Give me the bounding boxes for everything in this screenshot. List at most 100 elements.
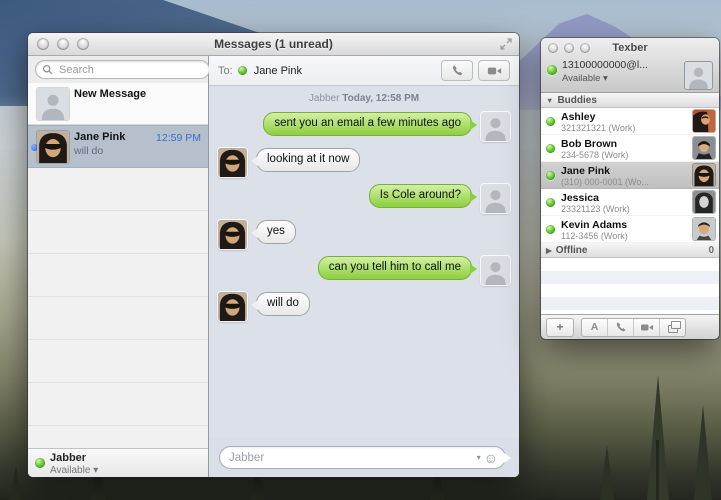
avatar xyxy=(37,88,69,120)
avatar xyxy=(693,137,715,159)
message-input[interactable] xyxy=(227,451,477,465)
conversation-sidebar: New Message Jane Pink 12:59 PM will do J… xyxy=(28,56,209,477)
phone-icon xyxy=(453,66,462,76)
group-header-offline[interactable]: ▶ Offline 0 xyxy=(541,243,719,258)
avatar xyxy=(218,220,247,249)
message-row: sent you an email a few minutes ago xyxy=(218,112,510,141)
message-row: can you tell him to call me xyxy=(218,256,510,285)
messages-titlebar[interactable]: Messages (1 unread) xyxy=(28,33,519,56)
conversation-row-new-message[interactable]: New Message xyxy=(28,83,208,125)
emoji-smiley-icon[interactable]: ☺ xyxy=(484,451,498,465)
chevron-down-icon: ▾ xyxy=(93,465,98,476)
buddy-window-header[interactable]: Texber 13100000000@l... Available ▾ xyxy=(541,38,719,93)
account-status-bar: Jabber Available ▾ xyxy=(28,448,208,477)
add-buddy-button[interactable]: + xyxy=(546,318,574,337)
status-dropdown[interactable]: Available ▾ xyxy=(50,465,202,476)
recipient-online-icon xyxy=(238,66,247,75)
buddy-name: Kevin Adams xyxy=(561,219,689,231)
audio-call-button[interactable] xyxy=(441,60,473,81)
action-segmented-control: A xyxy=(581,318,686,337)
buddy-list-window: Texber 13100000000@l... Available ▾ ▼ Bu… xyxy=(541,38,719,339)
empty-conversation-rows xyxy=(28,168,208,448)
tree-silhouette xyxy=(10,466,22,500)
search-icon xyxy=(42,64,53,75)
online-status-icon xyxy=(546,117,555,126)
message-input-field[interactable]: ▾ ☺ xyxy=(219,446,506,469)
online-status-icon xyxy=(546,198,555,207)
overlapping-windows-icon xyxy=(668,325,678,333)
fullscreen-icon[interactable] xyxy=(499,37,513,51)
online-status-icon xyxy=(547,65,557,75)
buddy-name: Bob Brown xyxy=(561,138,689,150)
buddy-detail: (310) 000-0001 (Wo... xyxy=(561,177,689,188)
tree-silhouette xyxy=(694,405,712,500)
avatar xyxy=(481,184,510,213)
video-call-button[interactable] xyxy=(634,319,660,336)
font-button[interactable]: A xyxy=(582,319,608,336)
window-title: Texber xyxy=(541,42,719,54)
buddy-detail: 112-3456 (Work) xyxy=(561,231,689,242)
account-avatar[interactable] xyxy=(684,61,713,90)
buddy-row-bob-brown[interactable]: Bob Brown 234-5678 (Work) xyxy=(541,135,719,162)
avatar xyxy=(37,131,69,163)
chat-pane: To: Jane Pink Jabber Today, 12:58 PM xyxy=(209,56,519,477)
conversation-name: New Message xyxy=(74,88,202,102)
message-row: Is Cole around? xyxy=(218,184,510,213)
avatar xyxy=(218,148,247,177)
message-row: will do xyxy=(218,292,510,321)
avatar xyxy=(481,256,510,285)
buddy-name: Ashley xyxy=(561,111,689,123)
online-status-icon xyxy=(546,171,555,180)
outgoing-bubble: sent you an email a few minutes ago xyxy=(263,112,472,136)
audio-call-button[interactable] xyxy=(608,319,634,336)
desktop: Messages (1 unread) xyxy=(0,0,721,500)
tree-trunk xyxy=(656,440,659,500)
offline-count-badge: 0 xyxy=(708,245,714,256)
chat-log: Jabber Today, 12:58 PM sent you an email… xyxy=(209,86,519,438)
session-timestamp: Jabber Today, 12:58 PM xyxy=(218,93,510,104)
buddy-toolbar: + A xyxy=(541,314,719,339)
conversation-row-jane-pink[interactable]: Jane Pink 12:59 PM will do xyxy=(28,125,208,168)
tree-silhouette xyxy=(600,445,614,500)
minimize-button[interactable] xyxy=(57,38,69,50)
online-status-icon xyxy=(546,144,555,153)
avatar xyxy=(693,110,715,132)
status-dropdown[interactable]: Available ▾ xyxy=(562,73,608,84)
avatar xyxy=(693,218,715,240)
buddy-name: Jessica xyxy=(561,192,689,204)
recipient-name: Jane Pink xyxy=(254,65,302,77)
online-status-icon xyxy=(35,458,45,468)
service-name: Jabber xyxy=(50,452,202,465)
message-row: looking at it now xyxy=(218,148,510,177)
buddy-row-ashley[interactable]: Ashley 321321321 (Work) xyxy=(541,108,719,135)
avatar xyxy=(693,164,715,186)
search-field[interactable] xyxy=(35,60,210,79)
incoming-bubble: yes xyxy=(256,220,296,244)
to-label: To: xyxy=(218,65,233,77)
avatar xyxy=(481,112,510,141)
search-input[interactable] xyxy=(57,63,203,77)
chevron-down-icon: ▾ xyxy=(603,73,608,84)
message-row: yes xyxy=(218,220,510,249)
video-camera-icon xyxy=(487,67,500,74)
buddy-detail: 23321123 (Work) xyxy=(561,204,689,215)
buddy-row-kevin-adams[interactable]: Kevin Adams 112-3456 (Work) xyxy=(541,216,719,243)
message-input-bar: ▾ ☺ xyxy=(209,438,519,477)
buddy-row-jane-pink[interactable]: Jane Pink (310) 000-0001 (Wo... xyxy=(541,162,719,189)
messages-window: Messages (1 unread) xyxy=(28,33,519,477)
video-call-button[interactable] xyxy=(478,60,510,81)
screen-share-button[interactable] xyxy=(660,319,685,336)
buddy-detail: 234-5678 (Work) xyxy=(561,150,689,161)
group-header-buddies[interactable]: ▼ Buddies xyxy=(541,93,719,108)
empty-buddy-rows xyxy=(541,258,719,311)
buddy-detail: 321321321 (Work) xyxy=(561,123,689,134)
buddy-row-jessica[interactable]: Jessica 23321123 (Work) xyxy=(541,189,719,216)
avatar xyxy=(693,191,715,213)
phone-icon xyxy=(616,323,625,332)
outgoing-bubble: Is Cole around? xyxy=(369,184,472,208)
input-options-arrow-icon[interactable]: ▾ xyxy=(477,453,481,462)
incoming-bubble: looking at it now xyxy=(256,148,360,172)
zoom-button[interactable] xyxy=(77,38,89,50)
disclosure-closed-icon: ▶ xyxy=(546,246,552,255)
close-button[interactable] xyxy=(37,38,49,50)
